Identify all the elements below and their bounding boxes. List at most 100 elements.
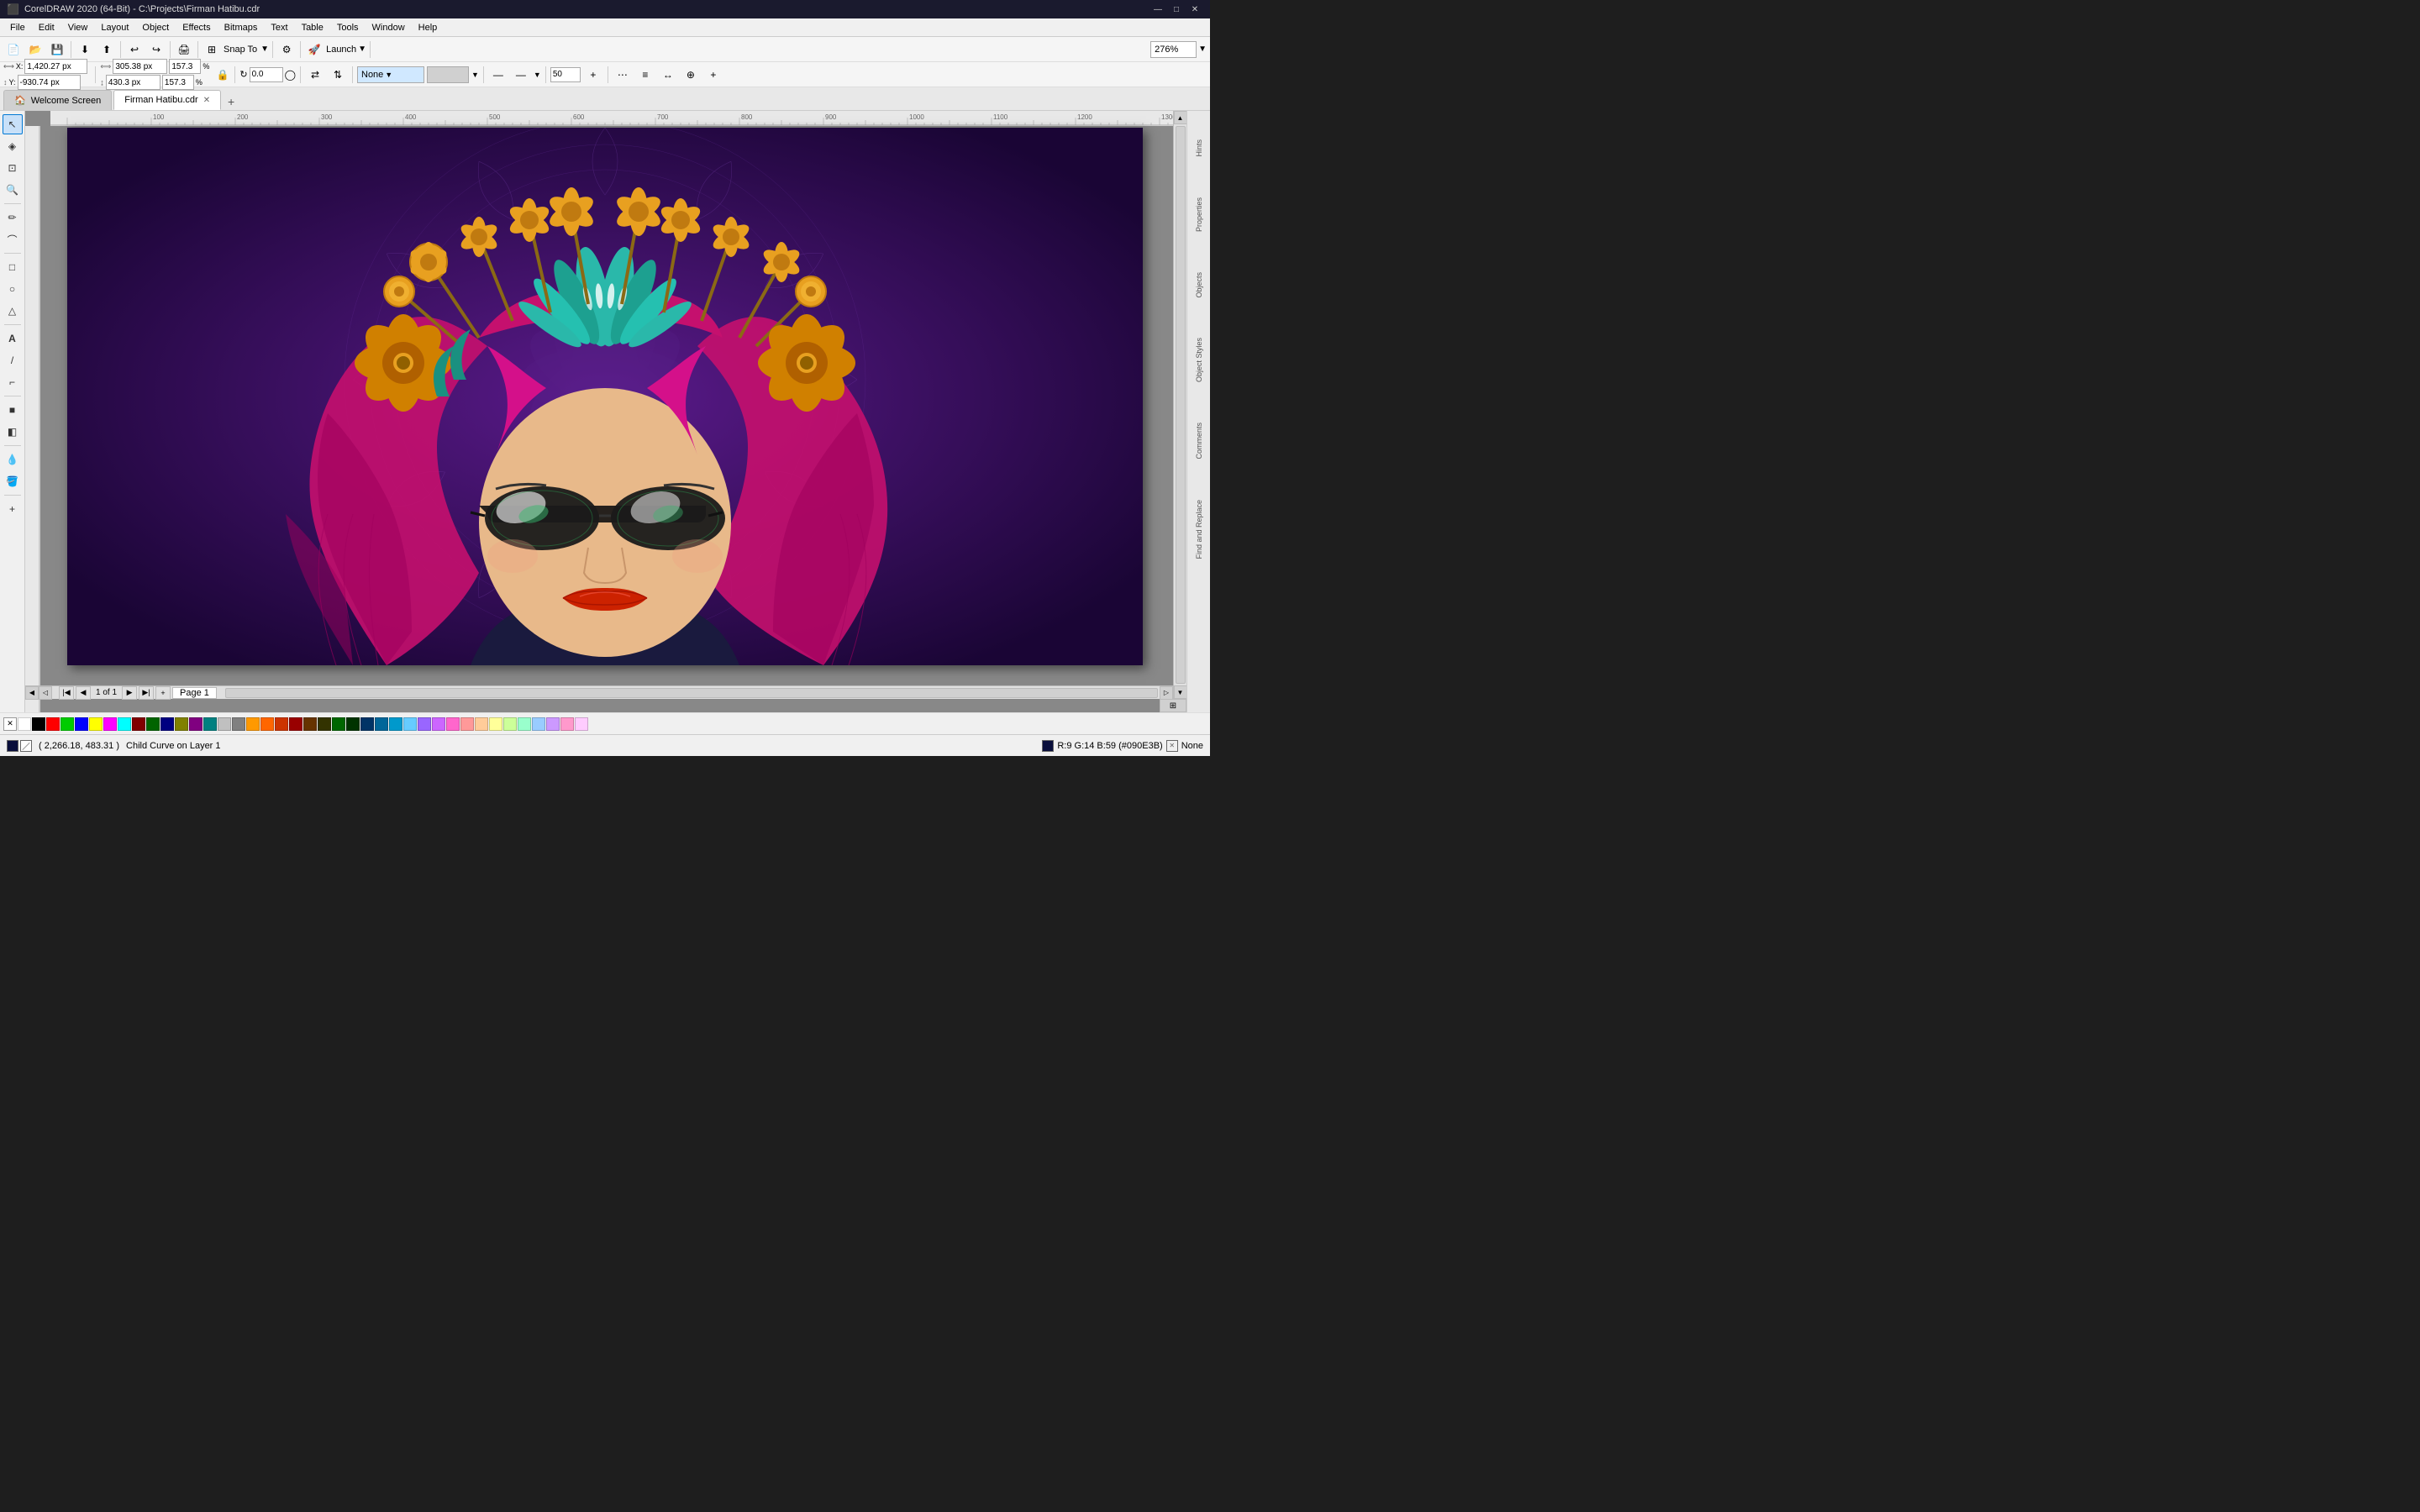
align-button[interactable]: ≡: [635, 65, 655, 85]
color-swatch-lightgreen[interactable]: [503, 717, 517, 731]
find-replace-panel-button[interactable]: Find and Replace: [1193, 496, 1205, 563]
mirror-v-button[interactable]: ⇅: [328, 65, 348, 85]
menu-help[interactable]: Help: [412, 18, 445, 36]
snap-to-dropdown-arrow[interactable]: ▼: [260, 45, 269, 54]
color-swatch-brown[interactable]: [275, 717, 288, 731]
color-swatch-gray[interactable]: [232, 717, 245, 731]
no-fill-swatch[interactable]: ✕: [3, 717, 17, 731]
color-swatch-cyan[interactable]: [118, 717, 131, 731]
tab-firman[interactable]: Firman Hatibu.cdr ✕: [113, 90, 221, 110]
interactive-fill[interactable]: +: [3, 499, 23, 519]
color-swatch-darkgreen[interactable]: [146, 717, 160, 731]
v-scrollbar[interactable]: ▲ ▼: [1173, 111, 1186, 699]
dimension-tool[interactable]: /: [3, 350, 23, 370]
fill-indicator[interactable]: [7, 740, 32, 752]
menu-effects[interactable]: Effects: [176, 18, 217, 36]
color-swatch-hotpink[interactable]: [446, 717, 460, 731]
transform-button[interactable]: ↔: [658, 65, 678, 85]
outline-dropdown-arrow[interactable]: ▼: [534, 71, 541, 79]
canvas-page[interactable]: [67, 128, 1143, 665]
open-button[interactable]: 📂: [25, 39, 45, 60]
color-swatch-darkolive[interactable]: [318, 717, 331, 731]
color-swatch-maroon[interactable]: [132, 717, 145, 731]
outline-inc-button[interactable]: +: [583, 65, 603, 85]
launch-button[interactable]: 🚀: [304, 39, 324, 60]
fill-dropdown[interactable]: None ▼: [357, 66, 424, 83]
scroll-prev-button[interactable]: ◁: [39, 686, 52, 700]
scroll-right-button[interactable]: ▷: [1160, 686, 1173, 700]
color-swatch-teal[interactable]: [203, 717, 217, 731]
color-swatch-olive[interactable]: [175, 717, 188, 731]
rectangle-tool[interactable]: □: [3, 257, 23, 277]
color-swatch-peach[interactable]: [475, 717, 488, 731]
color-swatch-white[interactable]: [18, 717, 31, 731]
zoom-input[interactable]: 276%: [1150, 41, 1197, 58]
color-swatch-black[interactable]: [32, 717, 45, 731]
outline-minus-button[interactable]: —: [488, 65, 508, 85]
lock-ratio-button[interactable]: 🔒: [215, 62, 230, 87]
page-last-button[interactable]: ▶|: [139, 686, 154, 700]
add-btn[interactable]: +: [703, 65, 723, 85]
x-input[interactable]: [24, 59, 87, 74]
menu-tools[interactable]: Tools: [330, 18, 366, 36]
objects-panel-button[interactable]: Objects: [1193, 269, 1205, 302]
tab-welcome[interactable]: 🏠 Welcome Screen: [3, 90, 112, 110]
maximize-button[interactable]: □: [1168, 3, 1185, 16]
object-styles-panel-button[interactable]: Object Styles: [1193, 334, 1205, 386]
color-swatch-powderblue[interactable]: [532, 717, 545, 731]
menu-view[interactable]: View: [61, 18, 95, 36]
color-swatch-skyblue[interactable]: [389, 717, 402, 731]
shaping-button[interactable]: ⊕: [681, 65, 701, 85]
close-button[interactable]: ✕: [1186, 3, 1203, 16]
options-button[interactable]: ⚙: [276, 39, 297, 60]
crop-tool[interactable]: ⊡: [3, 158, 23, 178]
h-scrollbar-track[interactable]: [225, 688, 1158, 698]
color-swatch-lightviolet[interactable]: [575, 717, 588, 731]
properties-panel-button[interactable]: Properties: [1193, 194, 1205, 235]
export-button[interactable]: ⬆: [97, 39, 117, 60]
outline-plus-button[interactable]: —: [511, 65, 531, 85]
ellipse-tool[interactable]: ○: [3, 279, 23, 299]
color-swatch-forestgreen[interactable]: [332, 717, 345, 731]
rotation-input[interactable]: [250, 67, 283, 82]
snap-to-button[interactable]: ⊞: [202, 39, 222, 60]
color-swatch-lightpink[interactable]: [460, 717, 474, 731]
new-button[interactable]: 📄: [3, 39, 24, 60]
connector-tool[interactable]: ⌐: [3, 372, 23, 392]
menu-object[interactable]: Object: [135, 18, 176, 36]
launch-dropdown-arrow[interactable]: ▼: [358, 45, 366, 54]
menu-layout[interactable]: Layout: [94, 18, 135, 36]
color-swatch-steelblue[interactable]: [375, 717, 388, 731]
color-swatch-silver[interactable]: [218, 717, 231, 731]
shadow-tool[interactable]: ■: [3, 400, 23, 420]
zoom-fit-button[interactable]: ⊞: [1160, 699, 1186, 712]
color-swatch-purple[interactable]: [189, 717, 203, 731]
redo-button[interactable]: ↪: [146, 39, 166, 60]
import-button[interactable]: ⬇: [75, 39, 95, 60]
h-input[interactable]: [106, 75, 160, 90]
minimize-button[interactable]: —: [1150, 3, 1166, 16]
color-swatch-brown2[interactable]: [303, 717, 317, 731]
color-swatch-darkforest[interactable]: [346, 717, 360, 731]
print-button[interactable]: 🖨: [174, 39, 194, 60]
color-swatch-darkorange[interactable]: [260, 717, 274, 731]
zoom-tool[interactable]: 🔍: [3, 180, 23, 200]
freehand-tool[interactable]: ✏: [3, 207, 23, 228]
menu-text[interactable]: Text: [264, 18, 294, 36]
color-swatch-pink[interactable]: [560, 717, 574, 731]
color-swatch-red[interactable]: [46, 717, 60, 731]
color-preview-bar[interactable]: [427, 66, 469, 83]
color-swatch-green[interactable]: [60, 717, 74, 731]
transparency-tool[interactable]: ◧: [3, 422, 23, 442]
color-swatch-blue[interactable]: [75, 717, 88, 731]
page-next-button[interactable]: ▶: [122, 686, 137, 700]
eyedropper-tool[interactable]: 💧: [3, 449, 23, 470]
color-swatch-darknavy[interactable]: [360, 717, 374, 731]
scroll-left-button[interactable]: ◀: [25, 686, 39, 700]
w-input[interactable]: [113, 59, 167, 74]
scroll-down-button[interactable]: ▼: [1174, 685, 1187, 699]
color-swatch-lilac[interactable]: [546, 717, 560, 731]
w-pct-input[interactable]: [169, 59, 201, 74]
menu-bitmaps[interactable]: Bitmaps: [218, 18, 265, 36]
color-swatch-aquamarine[interactable]: [518, 717, 531, 731]
